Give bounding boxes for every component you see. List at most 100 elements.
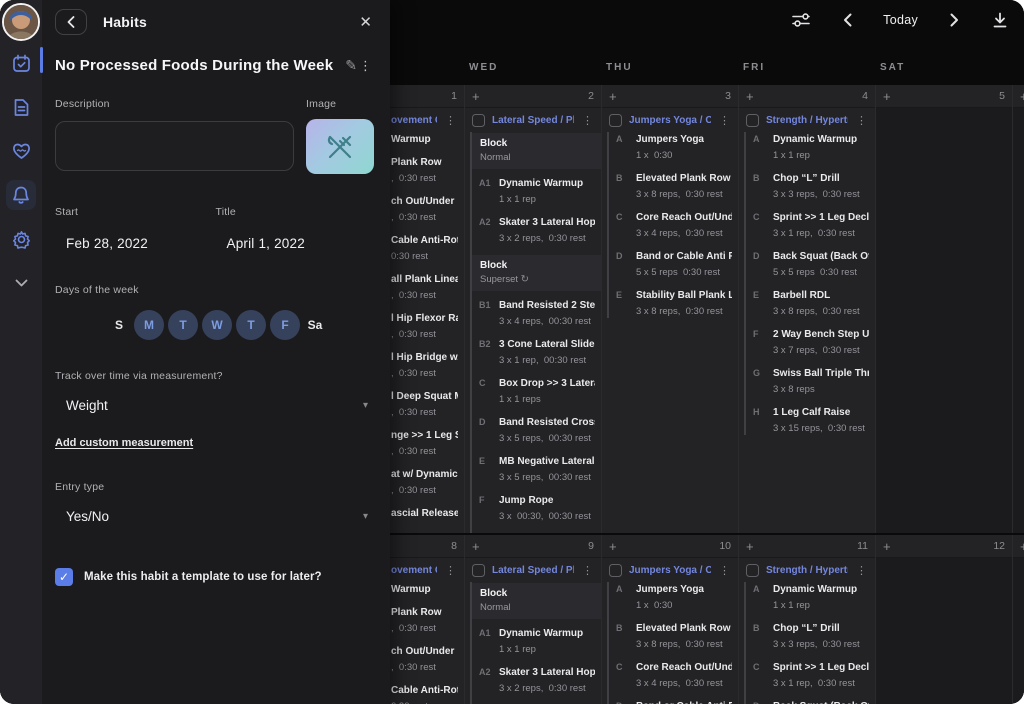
- kebab-menu-icon[interactable]: ⋮: [359, 58, 372, 74]
- day-toggle-w[interactable]: W: [202, 310, 232, 340]
- add-event-icon[interactable]: +: [472, 540, 480, 553]
- kebab-menu-icon[interactable]: ⋮: [718, 564, 731, 577]
- exercise-row[interactable]: AJumpers Yoga1 x 0:30: [609, 583, 738, 612]
- exercise-detail: , 0:30 rest: [391, 289, 458, 302]
- exercise-row[interactable]: B1Band Resisted 2 Step Late...3 x 4 reps…: [472, 299, 601, 328]
- workout-title-link[interactable]: Strength / Hypertro...: [766, 565, 848, 576]
- workout-checkbox[interactable]: [472, 564, 485, 577]
- exercise-row[interactable]: EStability Ball Plank Linear ...3 x 8 re…: [609, 289, 738, 318]
- kebab-menu-icon[interactable]: ⋮: [444, 564, 457, 577]
- end-date-value[interactable]: April 1, 2022: [216, 236, 377, 251]
- exercise-row[interactable]: BChop “L” Drill3 x 3 reps, 0:30 rest: [746, 172, 875, 201]
- exercise-row[interactable]: CCore Reach Out/Under3 x 4 reps, 0:30 re…: [609, 211, 738, 240]
- description-input[interactable]: [55, 121, 294, 171]
- start-date-value[interactable]: Feb 28, 2022: [55, 236, 216, 251]
- exercise-row[interactable]: CBox Drop >> 3 Lateral H...1 x 1 reps: [472, 377, 601, 406]
- day-toggle-m[interactable]: M: [134, 310, 164, 340]
- exercise-row[interactable]: EMB Negative Lateral Hop...3 x 5 reps, 0…: [472, 455, 601, 484]
- add-event-icon[interactable]: +: [609, 90, 617, 103]
- exercise-row[interactable]: CCore Reach Out/Under3 x 4 reps, 0:30 re…: [609, 661, 738, 690]
- exercise-row[interactable]: B23 Cone Lateral Slide3 x 1 rep, 00:30 r…: [472, 338, 601, 367]
- day-toggle-t[interactable]: T: [236, 310, 266, 340]
- kebab-menu-icon[interactable]: ⋮: [581, 114, 594, 127]
- workout-checkbox[interactable]: [746, 114, 759, 127]
- filter-sliders-icon[interactable]: [791, 10, 811, 30]
- block-type: Normal: [480, 601, 593, 614]
- exercise-row[interactable]: BElevated Plank Row3 x 8 reps, 0:30 rest: [609, 622, 738, 651]
- exercise-row[interactable]: FJump Rope3 x 00:30, 00:30 rest: [472, 494, 601, 523]
- chevron-left-icon[interactable]: [837, 10, 857, 30]
- day-toggle-sa[interactable]: Sa: [304, 318, 326, 332]
- workout-header: Jumpers Yoga / Core ⋮: [602, 558, 738, 582]
- exercise-row[interactable]: ADynamic Warmup1 x 1 rep: [746, 133, 875, 162]
- exercise-row[interactable]: DBand or Cable Anti Rotati...5 x 5 reps …: [609, 700, 738, 704]
- workout-checkbox[interactable]: [609, 114, 622, 127]
- workout-title-link[interactable]: Strength / Hypertro...: [766, 115, 848, 126]
- close-icon[interactable]: ✕: [355, 11, 376, 33]
- exercise-row[interactable]: CSprint >> 1 Leg Declarations3 x 1 rep, …: [746, 211, 875, 240]
- download-icon[interactable]: [990, 10, 1010, 30]
- exercise-row[interactable]: AJumpers Yoga1 x 0:30: [609, 133, 738, 162]
- exercise-row[interactable]: F2 Way Bench Step Up3 x 7 reps, 0:30 res…: [746, 328, 875, 357]
- calendar-icon[interactable]: [6, 48, 36, 78]
- add-event-icon[interactable]: +: [746, 540, 754, 553]
- workout-checkbox[interactable]: [609, 564, 622, 577]
- kebab-menu-icon[interactable]: ⋮: [855, 564, 868, 577]
- habit-image-tile[interactable]: [306, 119, 374, 174]
- document-icon[interactable]: [6, 92, 36, 122]
- workout-title-link[interactable]: Lateral Speed / Plyo: [492, 115, 574, 126]
- exercise-row[interactable]: DBack Squat (Back Off Set)5 x 5 reps 0:3…: [746, 250, 875, 279]
- exercise-detail: 3 x 00:30, 00:30 rest: [499, 510, 595, 523]
- exercise-row[interactable]: GSwiss Ball Triple Threat3 x 8 reps: [746, 367, 875, 396]
- exercise-name: Elevated Plank Row: [636, 172, 732, 185]
- exercise-row[interactable]: DBack Squat (Back Off Set)5 x 5 reps 0:3…: [746, 700, 875, 704]
- day-toggle-t[interactable]: T: [168, 310, 198, 340]
- workout-checkbox[interactable]: [746, 564, 759, 577]
- add-event-icon[interactable]: +: [746, 90, 754, 103]
- kebab-menu-icon[interactable]: ⋮: [444, 114, 457, 127]
- exercise-row[interactable]: BElevated Plank Row3 x 8 reps, 0:30 rest: [609, 172, 738, 201]
- workout-title-link[interactable]: Jumpers Yoga / Core: [629, 565, 711, 576]
- kebab-menu-icon[interactable]: ⋮: [855, 114, 868, 127]
- gear-icon[interactable]: [6, 224, 36, 254]
- exercise-row[interactable]: EBarbell RDL3 x 8 reps, 0:30 rest: [746, 289, 875, 318]
- back-button[interactable]: [55, 9, 87, 35]
- exercise-row[interactable]: H1 Leg Calf Raise3 x 15 reps, 0:30 rest: [746, 406, 875, 435]
- today-button[interactable]: Today: [883, 13, 918, 27]
- add-event-icon[interactable]: +: [1020, 540, 1024, 553]
- workout-checkbox[interactable]: [472, 114, 485, 127]
- workout-title-link[interactable]: ovement Q...: [391, 565, 437, 576]
- entry-type-select[interactable]: Yes/No ▾: [66, 509, 368, 524]
- template-checkbox[interactable]: ✓: [55, 568, 73, 586]
- workout-title-link[interactable]: Lateral Speed / Plyo: [492, 565, 574, 576]
- exercise-row[interactable]: DBand or Cable Anti Rotati...5 x 5 reps …: [609, 250, 738, 279]
- chevron-down-icon[interactable]: [6, 268, 36, 298]
- add-custom-measurement-link[interactable]: Add custom measurement: [55, 437, 193, 449]
- exercise-row[interactable]: ADynamic Warmup1 x 1 rep: [746, 583, 875, 612]
- measurement-select[interactable]: Weight ▾: [66, 398, 368, 413]
- edit-pencil-icon[interactable]: ✎: [345, 57, 357, 74]
- bell-icon[interactable]: [6, 180, 36, 210]
- add-event-icon[interactable]: +: [883, 540, 891, 553]
- day-toggle-s[interactable]: S: [108, 318, 130, 332]
- day-toggle-f[interactable]: F: [270, 310, 300, 340]
- heart-icon[interactable]: [6, 136, 36, 166]
- chevron-right-icon[interactable]: [944, 10, 964, 30]
- exercise-row[interactable]: CSprint >> 1 Leg Declarations3 x 1 rep, …: [746, 661, 875, 690]
- exercise-row[interactable]: A2Skater 3 Lateral Hops >> ...3 x 2 reps…: [472, 216, 601, 245]
- kebab-menu-icon[interactable]: ⋮: [718, 114, 731, 127]
- avatar[interactable]: [2, 3, 40, 41]
- kebab-menu-icon[interactable]: ⋮: [581, 564, 594, 577]
- workout-title-link[interactable]: Jumpers Yoga / Core: [629, 115, 711, 126]
- add-event-icon[interactable]: +: [609, 540, 617, 553]
- exercise-row[interactable]: A1Dynamic Warmup1 x 1 rep: [472, 627, 601, 656]
- exercise-row[interactable]: DBand Resisted Crossover...3 x 5 reps, 0…: [472, 416, 601, 445]
- add-event-icon[interactable]: +: [883, 90, 891, 103]
- exercise-row[interactable]: A1Dynamic Warmup1 x 1 rep: [472, 177, 601, 206]
- workout-title-link[interactable]: ovement Q...: [391, 115, 437, 126]
- exercise-detail: 1 x 1 reps: [499, 393, 595, 406]
- add-event-icon[interactable]: +: [1020, 90, 1024, 103]
- add-event-icon[interactable]: +: [472, 90, 480, 103]
- exercise-row[interactable]: A2Skater 3 Lateral Hops >> ...3 x 2 reps…: [472, 666, 601, 695]
- exercise-row[interactable]: BChop “L” Drill3 x 3 reps, 0:30 rest: [746, 622, 875, 651]
